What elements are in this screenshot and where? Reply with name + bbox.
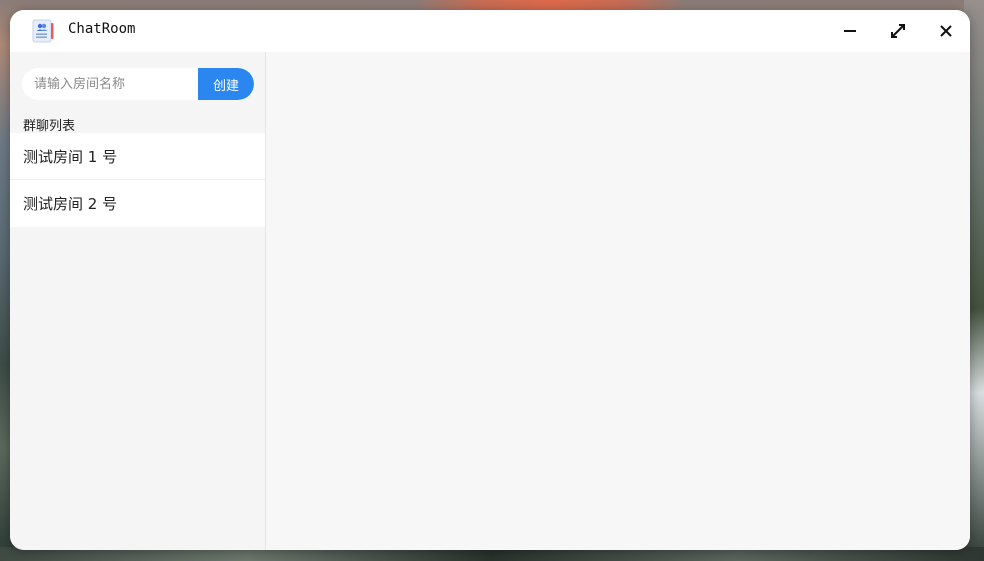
room-name-input[interactable]: [22, 68, 198, 100]
minimize-button[interactable]: [838, 19, 862, 43]
group-list-heading: 群聊列表: [23, 119, 76, 134]
room-list-item[interactable]: 测试房间 2 号: [10, 180, 265, 227]
chat-app-icon: [32, 19, 54, 43]
chat-content-area: [266, 52, 970, 550]
chatroom-window: ChatRoom 创建 群聊列表 测试房间 1 号: [10, 10, 970, 550]
create-room-button[interactable]: 创建: [198, 68, 254, 100]
sidebar: 创建 群聊列表 测试房间 1 号 测试房间 2 号: [10, 52, 266, 550]
room-list: 测试房间 1 号 测试房间 2 号: [10, 133, 265, 227]
maximize-button[interactable]: [886, 19, 910, 43]
room-name: 测试房间 2 号: [23, 195, 118, 213]
close-button[interactable]: [934, 19, 958, 43]
title-bar[interactable]: ChatRoom: [10, 10, 970, 52]
close-icon: [940, 25, 952, 37]
create-room-bar: 创建: [22, 68, 254, 100]
maximize-icon: [891, 24, 905, 38]
minimize-icon: [844, 30, 856, 32]
app-title: ChatRoom: [68, 21, 136, 37]
room-name: 测试房间 1 号: [23, 147, 118, 166]
room-list-item[interactable]: 测试房间 1 号: [10, 133, 265, 180]
